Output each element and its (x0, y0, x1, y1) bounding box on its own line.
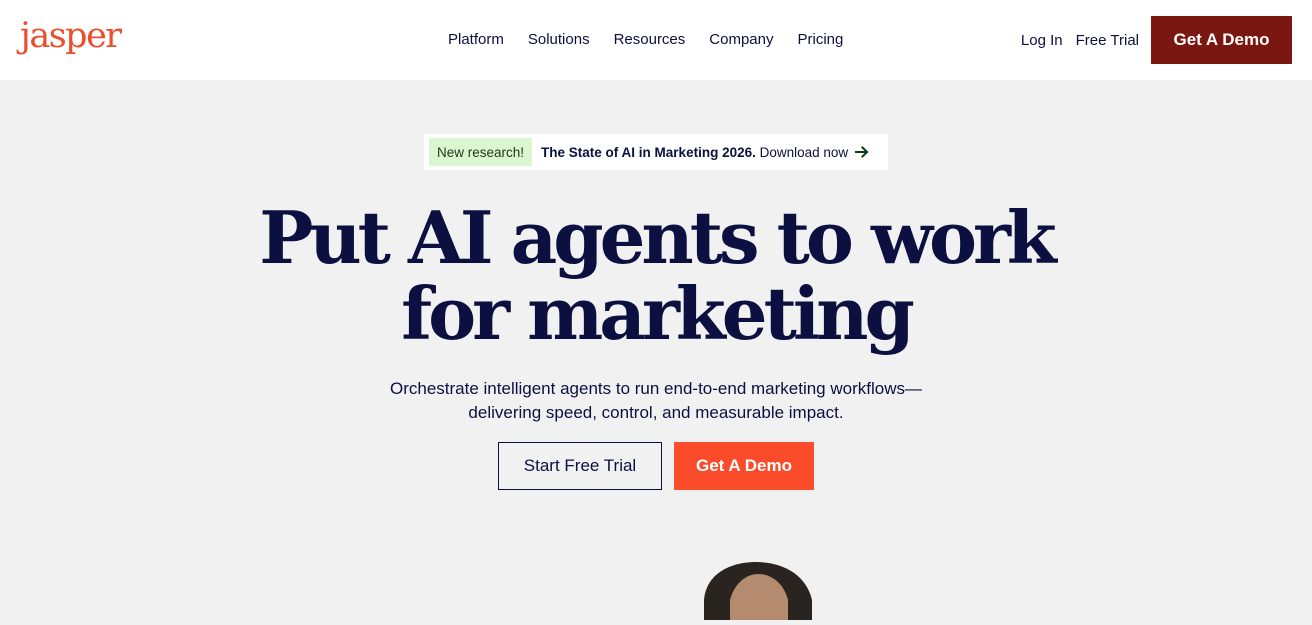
arrow-right-icon[interactable] (854, 144, 870, 160)
new-research-badge: New research! (429, 138, 533, 166)
login-link[interactable]: Log In (1021, 32, 1063, 49)
nav-item-company[interactable]: Company (709, 29, 773, 51)
hero-headline-line-2: for marketing (401, 271, 915, 356)
start-free-trial-button[interactable]: Start Free Trial (498, 442, 662, 490)
hero-subheadline-line-1: Orchestrate intelligent agents to run en… (390, 379, 922, 398)
person-portrait-image (700, 560, 816, 620)
jasper-logo[interactable]: jasper (20, 14, 122, 58)
main-nav: Platform Solutions Resources Company Pri… (448, 29, 843, 51)
announcement-cta[interactable]: Download now (760, 145, 849, 160)
hero-subheadline: Orchestrate intelligent agents to run en… (0, 377, 1312, 425)
get-demo-header-button[interactable]: Get A Demo (1151, 16, 1292, 64)
hero-subheadline-line-2: delivering speed, control, and measurabl… (468, 403, 844, 422)
hero-headline: Put AI agents to work for marketing (0, 200, 1312, 352)
announcement-text: The State of AI in Marketing 2026. Downl… (541, 145, 848, 160)
header-actions: Log In Free Trial Get A Demo (1021, 0, 1312, 80)
nav-item-solutions[interactable]: Solutions (528, 29, 590, 51)
hero-cta-group: Start Free Trial Get A Demo (498, 442, 814, 490)
hero-headline-line-1: Put AI agents to work (259, 195, 1057, 280)
top-navigation-bar: jasper Platform Solutions Resources Comp… (0, 0, 1312, 80)
nav-item-resources[interactable]: Resources (614, 29, 686, 51)
nav-item-pricing[interactable]: Pricing (797, 29, 843, 51)
announcement-title: The State of AI in Marketing 2026. (541, 144, 756, 160)
get-demo-hero-button[interactable]: Get A Demo (674, 442, 814, 490)
nav-item-platform[interactable]: Platform (448, 29, 504, 51)
free-trial-link[interactable]: Free Trial (1076, 32, 1139, 49)
announcement-banner[interactable]: New research! The State of AI in Marketi… (424, 134, 888, 170)
